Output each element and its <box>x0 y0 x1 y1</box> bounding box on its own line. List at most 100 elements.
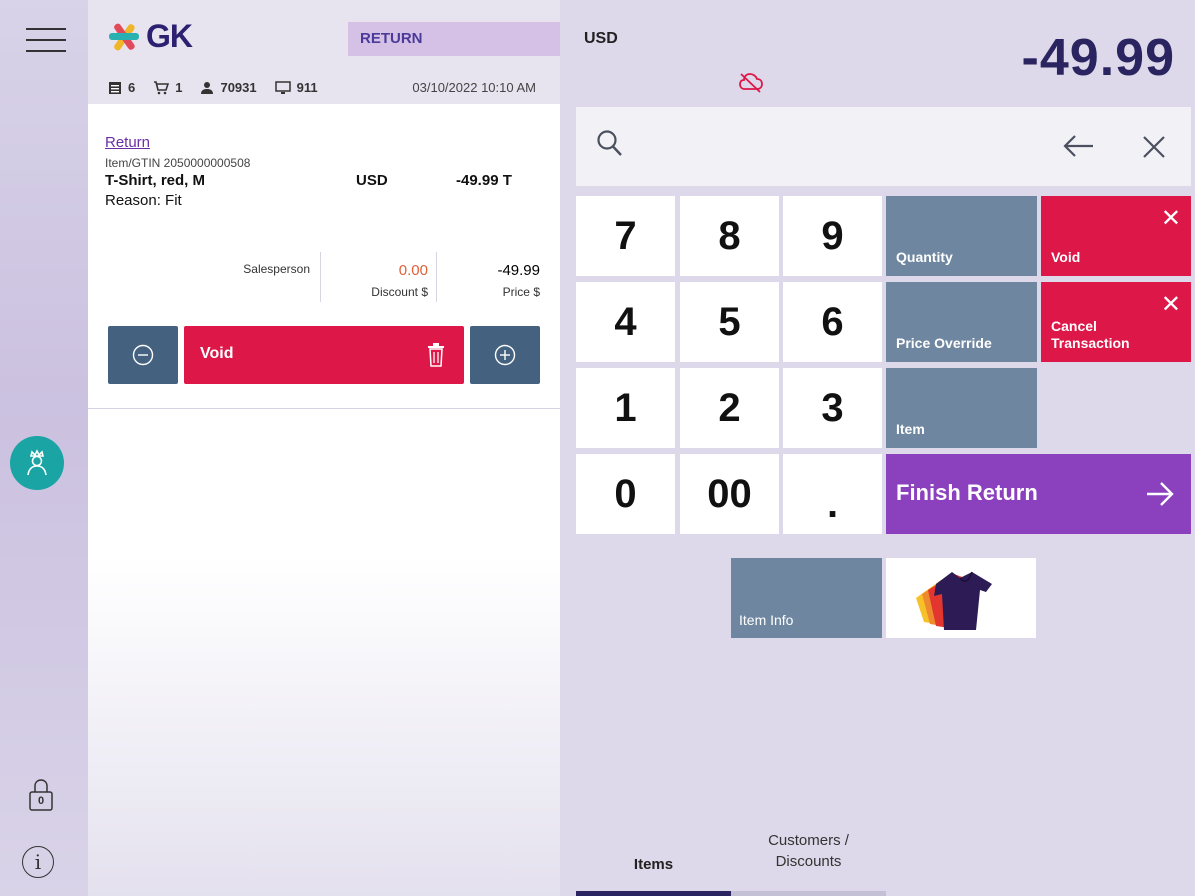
keypad-key-9[interactable]: 9 <box>783 196 882 276</box>
line-item-type-link[interactable]: Return <box>105 134 150 151</box>
discount-label: Discount $ <box>371 285 428 299</box>
brand-logo: GK <box>106 18 193 55</box>
receipt-panel: GK RETURN 6 1 70931 911 03/10/2022 10:10… <box>88 0 560 896</box>
search-icon[interactable] <box>596 129 624 159</box>
minus-circle-icon <box>132 344 154 366</box>
keypad-key-5[interactable]: 5 <box>680 282 779 362</box>
keypad-key-2[interactable]: 2 <box>680 368 779 448</box>
terminal-id-value: 911 <box>296 80 318 95</box>
shopping-cart-icon <box>154 80 170 94</box>
terminal-id: 911 <box>274 80 318 95</box>
user-icon <box>201 81 214 94</box>
info-glyph: i <box>34 850 42 874</box>
line-item-reason: Reason: Fit <box>105 192 182 209</box>
discount-value: 0.00 <box>398 262 428 279</box>
keypad-key-8[interactable]: 8 <box>680 196 779 276</box>
field-divider <box>320 252 321 302</box>
terminal-monitor-icon <box>274 80 291 94</box>
decrease-quantity-button[interactable] <box>108 326 178 384</box>
brand-star-icon <box>109 23 139 50</box>
tab-customers-label-line2: Discounts <box>775 853 842 870</box>
salesperson-label: Salesperson <box>243 262 310 276</box>
keypad-key-6[interactable]: 6 <box>783 282 882 362</box>
void-line-label: Void <box>200 345 234 362</box>
cancel-transaction-label: Cancel Transaction <box>1051 318 1130 352</box>
item-button[interactable]: Item <box>886 368 1037 448</box>
bottom-tab-bar: Items Customers / Discounts <box>576 820 886 896</box>
keypad-key-3[interactable]: 3 <box>783 368 882 448</box>
keypad-key-1[interactable]: 1 <box>576 368 675 448</box>
increase-quantity-button[interactable] <box>470 326 540 384</box>
cart-count: 1 <box>153 80 182 95</box>
cancel-label-line1: Cancel <box>1051 318 1097 334</box>
plus-circle-icon <box>494 344 516 366</box>
receipt-list-icon <box>109 81 121 94</box>
cancel-label-line2: Transaction <box>1051 335 1130 351</box>
transaction-mode-badge: RETURN <box>348 22 560 56</box>
transaction-datetime: 03/10/2022 10:10 AM <box>412 80 536 95</box>
tab-items[interactable]: Items <box>576 820 731 896</box>
item-info-button[interactable]: Item Info <box>731 558 882 638</box>
price-value: -49.99 <box>497 262 540 279</box>
clear-close-icon[interactable] <box>1142 135 1166 159</box>
cart-count-value: 1 <box>175 80 183 95</box>
navigation-rail: 0 i <box>0 0 88 896</box>
tab-inactive-indicator <box>731 891 886 896</box>
backspace-arrow-icon[interactable] <box>1062 134 1096 158</box>
arrow-right-icon <box>1147 482 1174 506</box>
price-override-button[interactable]: Price Override <box>886 282 1037 362</box>
salesperson-field[interactable]: Salesperson <box>208 252 310 302</box>
line-item-fields: Salesperson 0.00 Discount $ -49.99 Price… <box>88 252 560 302</box>
close-x-icon: ✕ <box>1160 205 1181 232</box>
close-x-icon: ✕ <box>1160 291 1181 318</box>
line-item-description: T-Shirt, red, M <box>105 172 206 189</box>
receipt-count: 6 <box>108 80 135 95</box>
finish-return-button[interactable]: Finish Return <box>886 454 1191 534</box>
info-icon[interactable]: i <box>22 846 54 878</box>
line-item-currency: USD <box>356 172 388 189</box>
void-transaction-item-button[interactable]: ✕ Void <box>1041 196 1191 276</box>
field-divider <box>436 252 437 302</box>
brand-logo-text: GK <box>146 18 193 54</box>
receipt-header: GK RETURN 6 1 70931 911 03/10/2022 10:10… <box>88 0 560 105</box>
discount-field[interactable]: 0.00 Discount $ <box>328 252 428 302</box>
tshirt-stack-image <box>916 571 992 630</box>
keypad-key-decimal[interactable]: . <box>783 454 882 534</box>
drawer-lock-icon[interactable]: 0 <box>27 778 55 812</box>
tab-customers-discounts[interactable]: Customers / Discounts <box>731 820 886 896</box>
line-item-gtin: Item/GTIN 2050000000508 <box>105 156 251 170</box>
price-field[interactable]: -49.99 Price $ <box>444 252 540 302</box>
keypad-key-00[interactable]: 00 <box>680 454 779 534</box>
price-override-label: Price Override <box>896 335 992 351</box>
tab-items-label: Items <box>633 856 674 873</box>
transaction-total: -49.99 <box>1021 29 1175 87</box>
keypad-key-0[interactable]: 0 <box>576 454 675 534</box>
cancel-transaction-button[interactable]: ✕ Cancel Transaction <box>1041 282 1191 362</box>
price-label: Price $ <box>502 285 540 299</box>
cashier-avatar-icon[interactable] <box>10 436 64 490</box>
line-item-amount: -49.99 T <box>456 172 512 189</box>
hamburger-menu-icon[interactable] <box>26 28 66 56</box>
user-id: 70931 <box>200 80 257 95</box>
user-id-value: 70931 <box>220 80 257 95</box>
line-item-card[interactable]: Return Item/GTIN 2050000000508 T-Shirt, … <box>88 104 560 409</box>
void-label: Void <box>1051 249 1081 265</box>
item-info-label: Item Info <box>739 612 794 628</box>
item-label: Item <box>896 421 925 437</box>
quantity-button[interactable]: Quantity <box>886 196 1037 276</box>
search-input[interactable] <box>576 107 1191 186</box>
keypad-key-7[interactable]: 7 <box>576 196 675 276</box>
tab-active-indicator <box>576 891 731 896</box>
quantity-label: Quantity <box>896 249 953 265</box>
trash-icon <box>428 343 444 367</box>
total-currency: USD <box>584 30 618 47</box>
lock-badge: 0 <box>38 795 45 807</box>
status-bar: 6 1 70931 911 03/10/2022 10:10 AM <box>108 80 548 95</box>
void-line-button[interactable]: Void <box>184 326 464 384</box>
product-tshirt-thumbnail[interactable] <box>886 558 1036 638</box>
keypad-key-4[interactable]: 4 <box>576 282 675 362</box>
receipt-count-value: 6 <box>128 80 136 95</box>
tab-customers-label-line1: Customers / <box>768 832 849 849</box>
finish-return-label: Finish Return <box>896 480 1038 505</box>
cloud-offline-icon <box>739 73 763 93</box>
